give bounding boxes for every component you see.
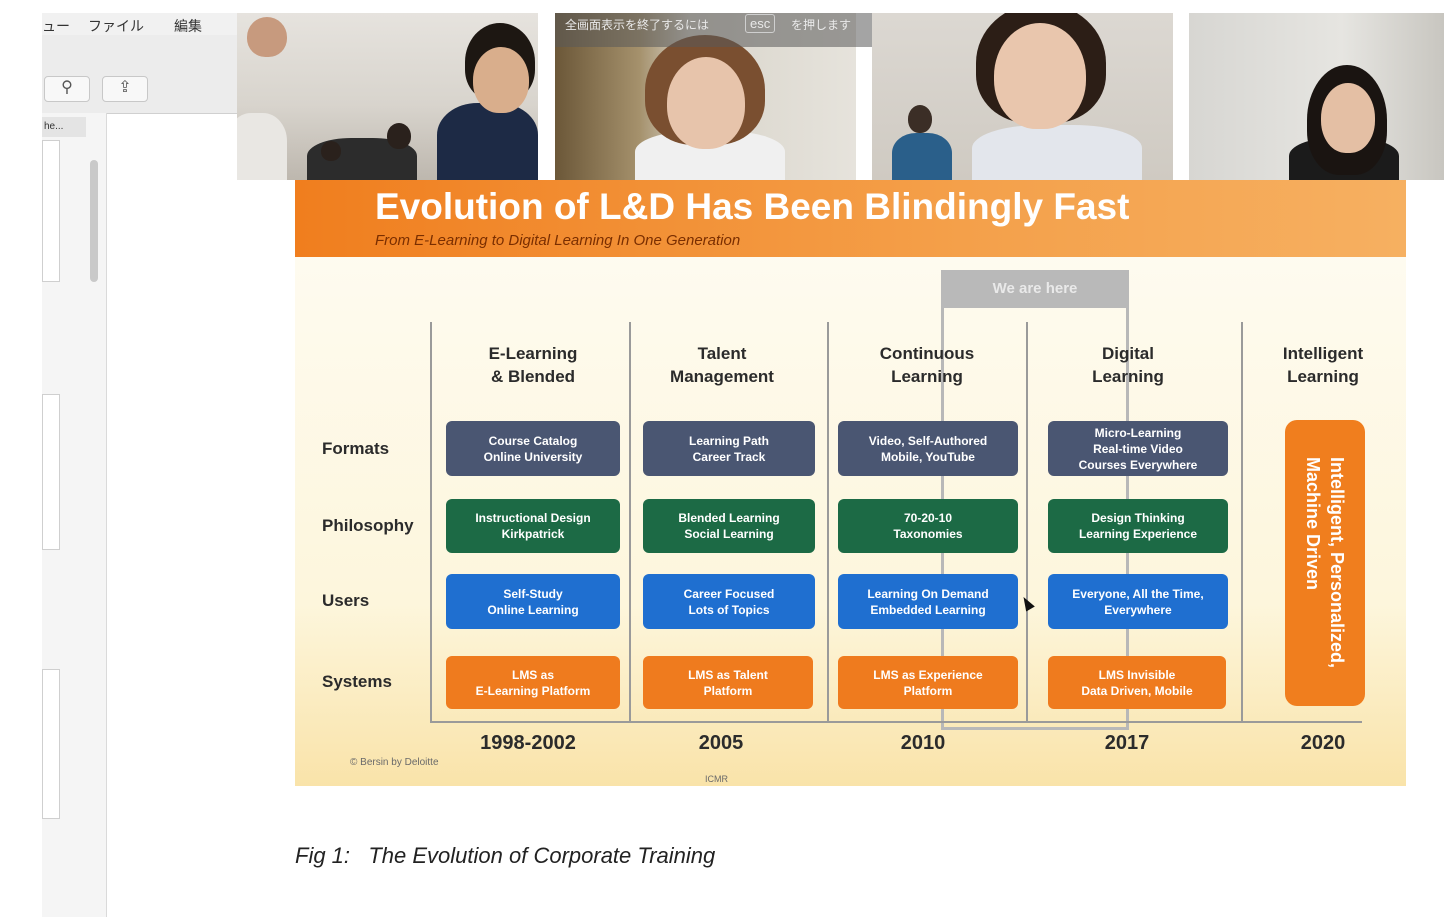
column-divider bbox=[1026, 322, 1028, 722]
video-tile[interactable] bbox=[1189, 13, 1444, 180]
year-label: 2005 bbox=[698, 732, 744, 754]
row-label: Formats bbox=[322, 439, 390, 458]
year-label: 1998-2002 bbox=[480, 732, 576, 754]
figure-caption: Fig 1: The Evolution of Corporate Traini… bbox=[295, 843, 716, 868]
menu-item-edit[interactable]: 編集 bbox=[174, 16, 202, 36]
formats-cell: Video, Self-Authored Mobile, YouTube bbox=[838, 421, 1018, 476]
share-icon[interactable]: ⇪ bbox=[102, 76, 148, 102]
formats-cell: Learning Path Career Track bbox=[643, 421, 815, 476]
page-thumbnail[interactable] bbox=[42, 140, 60, 282]
slide-logo: ICMR bbox=[705, 774, 728, 784]
users-cell: Career Focused Lots of Topics bbox=[643, 574, 815, 629]
column-header: Talent Management bbox=[670, 344, 774, 386]
philosophy-cell: Blended Learning Social Learning bbox=[643, 499, 815, 553]
users-cell: Learning On Demand Embedded Learning bbox=[838, 574, 1018, 629]
slide: Evolution of L&D Has Been Blindingly Fas… bbox=[295, 180, 1406, 786]
sidebar-tab[interactable]: he... bbox=[42, 117, 86, 137]
esc-key: esc bbox=[745, 14, 776, 33]
users-cell: Everyone, All the Time, Everywhere bbox=[1048, 574, 1228, 629]
year-label: 2017 bbox=[1104, 732, 1150, 754]
fullscreen-exit-banner: 全画面表示を終了するには esc を押します bbox=[555, 13, 903, 47]
formats-cell: Micro-Learning Real-time Video Courses E… bbox=[1048, 421, 1228, 476]
year-label: 2020 bbox=[1300, 732, 1346, 754]
menu-item-file[interactable]: ファイル bbox=[88, 16, 144, 36]
systems-cell: LMS as Talent Platform bbox=[643, 656, 813, 709]
column-divider bbox=[430, 322, 432, 722]
page-thumbnail[interactable] bbox=[42, 669, 60, 819]
column-header: E-Learning & Blended bbox=[488, 344, 578, 386]
sidebar-scrollbar[interactable] bbox=[90, 160, 98, 282]
year-label: 2010 bbox=[900, 732, 946, 754]
menu-bar: ュー ファイル 編集 bbox=[42, 13, 237, 36]
row-label: Philosophy bbox=[322, 516, 414, 535]
slide-title: Evolution of L&D Has Been Blindingly Fas… bbox=[375, 186, 1130, 227]
slide-copyright: © Bersin by Deloitte bbox=[350, 757, 439, 768]
zoom-in-icon[interactable]: ⚲ bbox=[44, 76, 90, 102]
row-label: Users bbox=[322, 591, 370, 610]
row-label: Systems bbox=[322, 672, 392, 691]
toolbar bbox=[42, 35, 237, 114]
baseline bbox=[430, 721, 1362, 723]
video-tile[interactable] bbox=[237, 13, 538, 180]
column-header: Continuous Learning bbox=[879, 344, 975, 386]
page-thumbnail[interactable] bbox=[42, 394, 60, 550]
systems-cell: LMS as E-Learning Platform bbox=[446, 656, 620, 709]
column-header: Digital Learning bbox=[1092, 344, 1164, 386]
column-divider bbox=[827, 322, 829, 722]
menu-item-app[interactable]: ュー bbox=[42, 16, 70, 36]
banner-suffix: を押します bbox=[791, 18, 852, 32]
users-cell: Self-Study Online Learning bbox=[446, 574, 620, 629]
we-are-here-label: We are here bbox=[941, 270, 1129, 308]
left-margin bbox=[0, 0, 42, 917]
formats-cell: Course Catalog Online University bbox=[446, 421, 620, 476]
slide-subtitle: From E-Learning to Digital Learning In O… bbox=[375, 232, 741, 249]
systems-cell: LMS as Experience Platform bbox=[838, 656, 1018, 709]
video-tile[interactable] bbox=[872, 13, 1173, 180]
systems-cell: LMS Invisible Data Driven, Mobile bbox=[1048, 656, 1226, 709]
intelligent-learning-text: Intelligent, Personalized, Machine Drive… bbox=[1303, 457, 1347, 669]
philosophy-cell: 70-20-10 Taxonomies bbox=[838, 499, 1018, 553]
philosophy-cell: Instructional Design Kirkpatrick bbox=[446, 499, 620, 553]
banner-prefix: 全画面表示を終了するには bbox=[565, 18, 710, 32]
philosophy-cell: Design Thinking Learning Experience bbox=[1048, 499, 1228, 553]
column-header: Intelligent Learning bbox=[1282, 344, 1364, 386]
